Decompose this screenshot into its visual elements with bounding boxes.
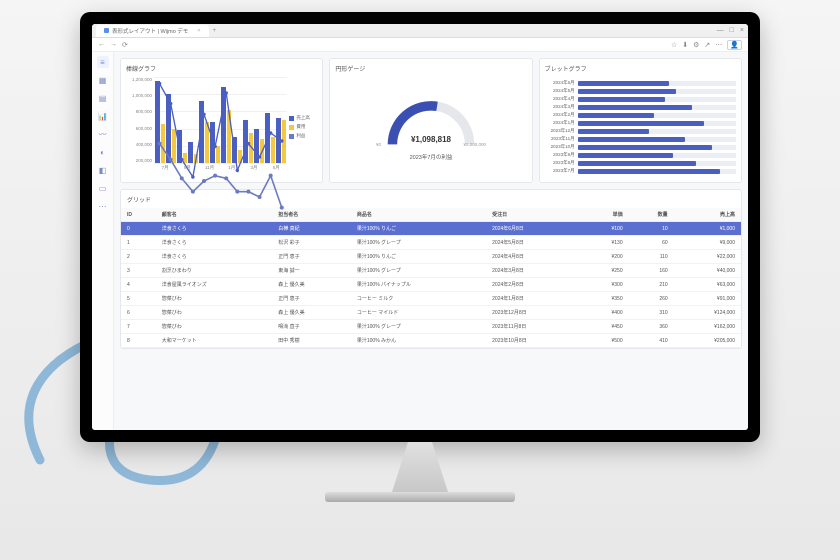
- column-header[interactable]: 受注日: [486, 208, 581, 222]
- bullet-row: 2024年5月: [545, 88, 736, 94]
- table-row[interactable]: 8大和マーケット田中 秀樹果汁100% みかん2023年10月8日¥500410…: [121, 334, 741, 348]
- data-grid-card: グリッド ID顧客名担当者名商品名受注日単価数量売上高 0洋食さくら白樺 真紀果…: [120, 189, 742, 349]
- sidebar-item-line[interactable]: 〰: [97, 128, 109, 140]
- table-row[interactable]: 4洋食屋風ライオンズ森上 優久美果汁100% パイナップル2024年2月8日¥3…: [121, 278, 741, 292]
- bullet-row: 2023年8月: [545, 160, 736, 166]
- tab-close-icon[interactable]: ×: [197, 28, 200, 34]
- window-minimize-icon[interactable]: —: [717, 27, 724, 34]
- sidebar-item-panel[interactable]: ◧: [97, 164, 109, 176]
- share-icon[interactable]: ↗: [704, 41, 710, 49]
- table-row[interactable]: 2洋食さくら正門 恵子果汁100% りんご2024年4月8日¥200110¥22…: [121, 250, 741, 264]
- sidebar-item-menu[interactable]: ≡: [97, 56, 109, 68]
- sidebar-item-gauge[interactable]: ◐: [97, 146, 109, 158]
- bullet-row: 2024年6月: [545, 80, 736, 86]
- bullet-row: 2024年4月: [545, 96, 736, 102]
- bullet-row: 2024年1月: [545, 120, 736, 126]
- sidebar-item-chart[interactable]: 📊: [97, 110, 109, 122]
- sidebar-item-table[interactable]: ▤: [97, 92, 109, 104]
- bullet-row: 2023年11月: [545, 136, 736, 142]
- bullet-row: 2023年9月: [545, 152, 736, 158]
- column-header[interactable]: 単価: [581, 208, 628, 222]
- browser-tab[interactable]: 表形式レイアウト | Wijmo デモ ×: [96, 25, 209, 37]
- nav-back-icon[interactable]: ←: [98, 41, 105, 48]
- combo-bars: [154, 77, 287, 163]
- nav-reload-icon[interactable]: ⟳: [122, 41, 128, 49]
- downloads-icon[interactable]: ⬇: [682, 41, 688, 49]
- column-header[interactable]: ID: [121, 208, 156, 222]
- combo-chart-card: 棒線グラフ 1,200,0001,000,000800,000600,00040…: [120, 58, 323, 183]
- new-tab-button[interactable]: +: [213, 28, 217, 34]
- combo-chart-title: 棒線グラフ: [126, 64, 317, 73]
- sidebar-item-layout[interactable]: ▭: [97, 182, 109, 194]
- gauge-max: ¥2,000,000: [463, 142, 486, 147]
- tab-title: 表形式レイアウト | Wijmo デモ: [112, 27, 188, 35]
- table-row[interactable]: 0洋食さくら白樺 真紀果汁100% りんご2024年6月8日¥10010¥1,0…: [121, 222, 741, 236]
- bullet-row: 2023年12月: [545, 128, 736, 134]
- gauge-min: ¥0: [376, 142, 381, 147]
- x-axis-labels: 7月9月11月1月3月5月: [154, 165, 287, 177]
- window-close-icon[interactable]: ×: [740, 27, 744, 34]
- column-header[interactable]: 担当者名: [272, 208, 351, 222]
- favorite-icon[interactable]: ☆: [671, 41, 677, 49]
- browser-titlebar: 表形式レイアウト | Wijmo デモ × + — □ ×: [92, 24, 748, 38]
- data-grid[interactable]: ID顧客名担当者名商品名受注日単価数量売上高 0洋食さくら白樺 真紀果汁100%…: [121, 208, 741, 348]
- app-sidebar: ≡ ▦ ▤ 📊 〰 ◐ ◧ ▭ ⋯: [92, 52, 114, 430]
- table-row[interactable]: 7惣菜びわ鳴滝 直子果汁100% グレープ2023年11月8日¥450360¥1…: [121, 320, 741, 334]
- y-axis-labels: 1,200,0001,000,000800,000600,000400,0002…: [126, 77, 154, 163]
- table-row[interactable]: 1洋食さくら松沢 彩子果汁100% グレープ2024年5月8日¥13060¥9,…: [121, 236, 741, 250]
- sidebar-item-more[interactable]: ⋯: [97, 200, 109, 212]
- column-header[interactable]: 商品名: [351, 208, 486, 222]
- gauge-title: 円形ゲージ: [335, 64, 526, 73]
- settings-icon[interactable]: ⚙: [693, 41, 699, 49]
- chart-legend: 売上高費用利益: [289, 77, 317, 177]
- profile-icon[interactable]: 👤: [727, 40, 742, 50]
- table-row[interactable]: 6惣菜びわ森上 優久美コーヒー マイルド2023年12月8日¥400310¥12…: [121, 306, 741, 320]
- column-header[interactable]: 売上高: [674, 208, 741, 222]
- window-maximize-icon[interactable]: □: [730, 27, 734, 34]
- more-icon[interactable]: ⋯: [715, 41, 722, 49]
- gauge-subtitle: 2023年7月の利益: [410, 153, 453, 161]
- table-row[interactable]: 5惣菜びわ正門 恵子コーヒー ミルク2024年1月8日¥350260¥91,00…: [121, 292, 741, 306]
- column-header[interactable]: 顧客名: [156, 208, 272, 222]
- browser-toolbar: ← → ⟳ ☆ ⬇ ⚙ ↗ ⋯ 👤: [92, 38, 748, 52]
- column-header[interactable]: 数量: [629, 208, 674, 222]
- table-row[interactable]: 3割烹ひまわり東海 誠一果汁100% グレープ2024年3月8日¥250160¥…: [121, 264, 741, 278]
- bullet-row: 2024年2月: [545, 112, 736, 118]
- nav-forward-icon[interactable]: →: [110, 41, 117, 48]
- bullet-chart-card: ブレットグラフ 2024年6月 2024年5月 2024年4月 2024年3月 2024…: [539, 58, 742, 183]
- bullet-chart-title: ブレットグラフ: [545, 64, 736, 73]
- grid-title: グリッド: [121, 195, 741, 208]
- gauge-card: 円形ゲージ ¥1,098,818 ¥0¥2,000,000 2023年7月の利益: [329, 58, 532, 183]
- sidebar-item-grid[interactable]: ▦: [97, 74, 109, 86]
- bullet-row: 2024年3月: [545, 104, 736, 110]
- tab-favicon: [104, 28, 109, 33]
- bullet-row: 2023年10月: [545, 144, 736, 150]
- bullet-row: 2023年7月: [545, 168, 736, 174]
